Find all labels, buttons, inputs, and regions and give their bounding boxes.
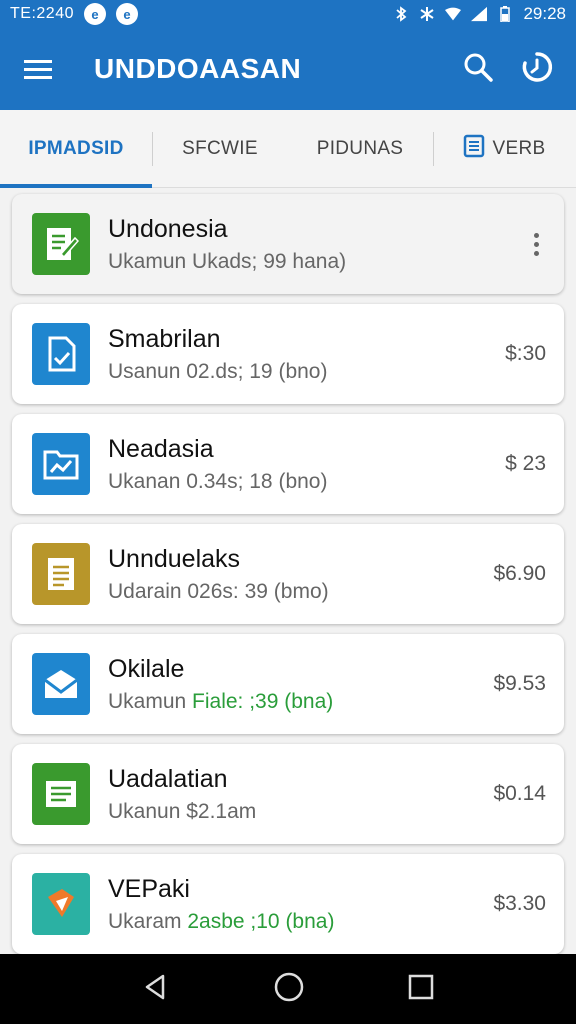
item-name: Undonesia <box>108 215 228 243</box>
tab-bar: IPMADSID SFCWIE PIDUNAS VERB <box>0 110 576 188</box>
tab-pidunas[interactable]: PIDUNAS <box>287 110 433 188</box>
status-bar: TE:2240 e e 29:28 <box>0 0 576 28</box>
system-nav-bar <box>0 954 576 1024</box>
tab-label: VERB <box>492 137 546 159</box>
item-subtitle-highlight: Fiale: ;39 (bna) <box>192 690 334 713</box>
list-item[interactable]: Undonesia Ukamun Ukads; 99 hana) <box>12 194 564 294</box>
doc-check-icon <box>32 323 90 385</box>
tab-label: IPMADSID <box>28 137 124 159</box>
folder-chart-icon <box>32 433 90 495</box>
item-price: $0.14 <box>493 782 546 805</box>
list-doc-icon <box>32 763 90 825</box>
item-subtitle-prefix: Ukamun <box>108 690 193 713</box>
more-options-icon[interactable] <box>526 232 546 256</box>
list-item[interactable]: VEPaki Ukaram 2asbe ;10 (bna) $3.30 <box>12 854 564 954</box>
home-icon[interactable] <box>273 971 305 1008</box>
pen-box-icon <box>32 873 90 935</box>
app-bar: UNDDOAASAN <box>0 28 576 110</box>
item-subtitle: Ukamun Ukads; 99 hana) <box>108 250 347 273</box>
item-price: $6.90 <box>493 562 546 585</box>
back-icon[interactable] <box>141 972 171 1007</box>
search-icon[interactable] <box>462 51 494 88</box>
list-item[interactable]: Neadasia Ukanan 0.34s; 18 (bno) $ 23 <box>12 414 564 514</box>
list-box-icon <box>463 134 485 164</box>
asterisk-icon <box>419 6 435 22</box>
list-item[interactable]: Uadalatian Ukanun $2.1am $0.14 <box>12 744 564 844</box>
item-subtitle: Usanun 02.ds; 19 (bno) <box>108 360 328 383</box>
item-subtitle: Ukaram 2asbe ;10 (bna) <box>108 910 485 934</box>
list-item[interactable]: Unnduelaks Udarain 026s: 39 (bmo) $6.90 <box>12 524 564 624</box>
item-subtitle: Udarain 026s: 39 (bmo) <box>108 580 329 603</box>
item-subtitle: Ukanan 0.34s; 18 (bno) <box>108 470 328 493</box>
edit-doc-icon <box>32 213 90 275</box>
item-subtitle-prefix: Ukaram <box>108 910 188 933</box>
recents-icon[interactable] <box>407 973 435 1006</box>
notification-icon-2: e <box>115 3 138 25</box>
tab-ipmadsid[interactable]: IPMADSID <box>0 110 152 188</box>
refresh-icon[interactable] <box>520 50 554 89</box>
item-list: Undonesia Ukamun Ukads; 99 hana) Smabril… <box>12 194 564 964</box>
item-name: Neadasia <box>108 435 214 463</box>
menu-icon[interactable] <box>24 55 52 84</box>
item-name: Smabrilan <box>108 325 221 353</box>
status-left-text: TE:2240 <box>10 5 74 22</box>
item-price: $3.30 <box>493 892 546 915</box>
wifi-icon <box>445 6 462 22</box>
tab-label: SFCWIE <box>182 137 258 159</box>
item-name: Uadalatian <box>108 765 228 793</box>
tab-sfcwie[interactable]: SFCWIE <box>153 110 287 188</box>
item-name: Unnduelaks <box>108 545 241 573</box>
item-price: $ 23 <box>505 452 546 475</box>
notification-icon: e <box>83 3 106 25</box>
app-title: UNDDOAASAN <box>94 53 302 84</box>
item-price: $:30 <box>505 342 546 365</box>
list-item[interactable]: Smabrilan Usanun 02.ds; 19 (bno) $:30 <box>12 304 564 404</box>
item-subtitle: Ukamun Fiale: ;39 (bna) <box>108 690 485 714</box>
note-lines-icon <box>32 543 90 605</box>
item-name: Okilale <box>108 655 185 683</box>
status-clock: 29:28 <box>523 4 566 23</box>
list-item[interactable]: Okilale Ukamun Fiale: ;39 (bna) $9.53 <box>12 634 564 734</box>
item-subtitle-highlight: 2asbe ;10 (bna) <box>187 910 335 933</box>
bluetooth-icon <box>393 6 409 22</box>
tab-verb[interactable]: VERB <box>434 110 574 188</box>
mail-icon <box>32 653 90 715</box>
item-name: VEPaki <box>108 875 190 903</box>
battery-icon <box>497 6 513 22</box>
item-price: $9.53 <box>493 672 546 695</box>
tab-label: PIDUNAS <box>316 137 404 159</box>
signal-icon <box>471 6 488 22</box>
item-subtitle: Ukanun $2.1am <box>108 800 257 823</box>
